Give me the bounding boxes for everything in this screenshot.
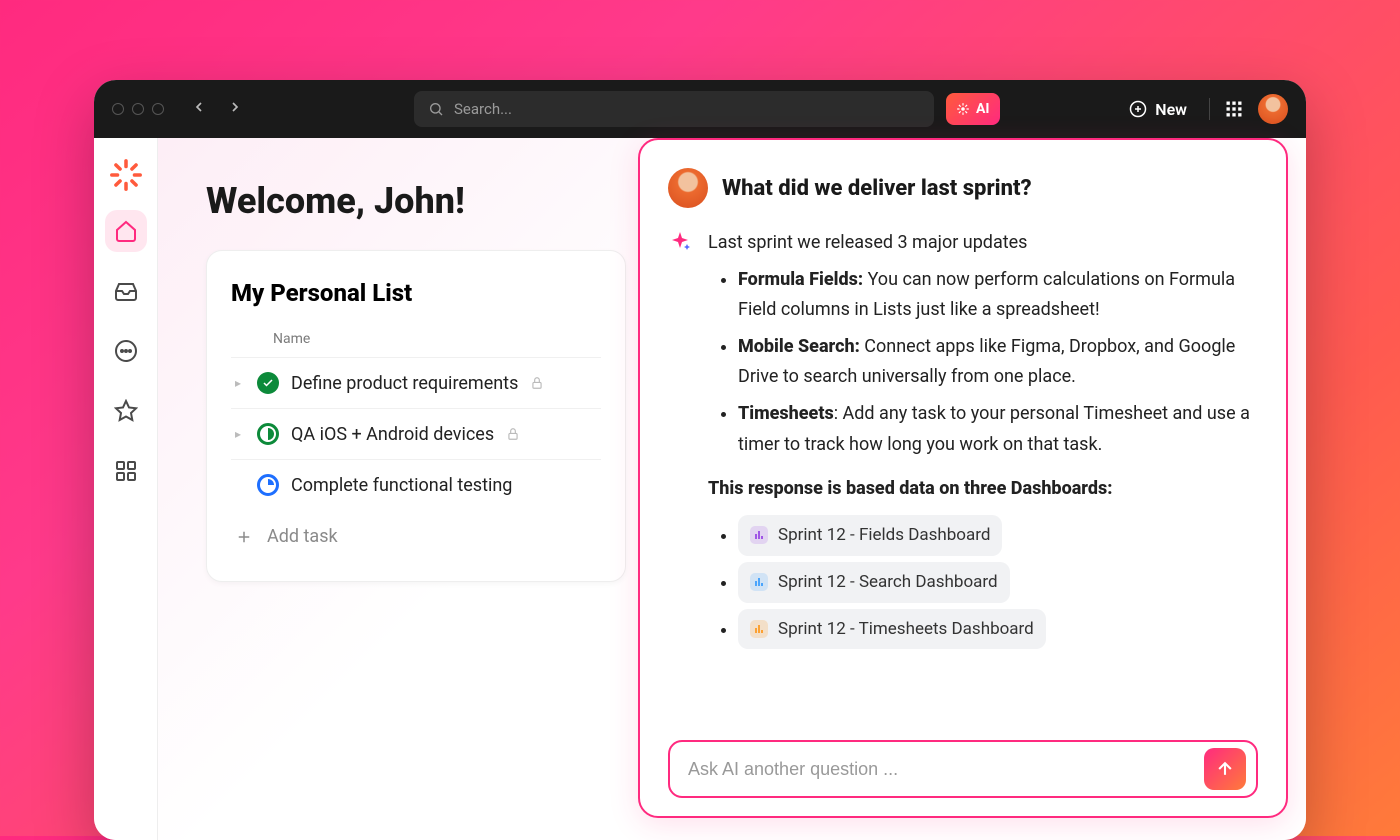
expand-icon[interactable]: ▸ [235, 376, 245, 390]
ai-basis-text: This response is based data on three Das… [708, 474, 1258, 505]
list-title: My Personal List [231, 279, 601, 307]
nav-forward-button[interactable] [220, 94, 250, 124]
sidebar-apps-button[interactable] [105, 450, 147, 492]
main-content: Welcome, John! My Personal List Name ▸ D… [158, 138, 1306, 840]
sidebar-inbox-button[interactable] [105, 270, 147, 312]
ai-update-item: Timesheets: Add any task to your persona… [738, 399, 1258, 460]
sidebar-favorites-button[interactable] [105, 390, 147, 432]
ai-badge[interactable]: AI [946, 93, 1000, 125]
ai-intro-text: Last sprint we released 3 major updates [708, 228, 1258, 259]
user-avatar[interactable] [1258, 94, 1288, 124]
sidebar-more-button[interactable] [105, 330, 147, 372]
dashboard-chip[interactable]: Sprint 12 - Fields Dashboard [738, 515, 1002, 556]
add-task-button[interactable]: Add task [231, 510, 601, 563]
ai-question-row: What did we deliver last sprint? [668, 168, 1258, 208]
column-header-name: Name [231, 325, 601, 357]
expand-icon[interactable]: ▸ [235, 427, 245, 441]
task-row[interactable]: ▸ QA iOS + Android devices [231, 408, 601, 459]
user-avatar-icon [668, 168, 708, 208]
ai-send-button[interactable] [1204, 748, 1246, 790]
app-window: Search... AI New [94, 80, 1306, 840]
status-progress-icon[interactable] [257, 423, 279, 445]
dashboard-icon [750, 620, 768, 638]
ai-updates-list: Formula Fields: You can now perform calc… [708, 265, 1258, 461]
app-logo-icon [109, 158, 143, 192]
ai-question-text: What did we deliver last sprint? [722, 176, 1032, 201]
dashboard-source: Sprint 12 - Timesheets Dashboard [738, 609, 1258, 650]
apps-grid-icon[interactable] [1224, 99, 1244, 119]
dashboard-source: Sprint 12 - Fields Dashboard [738, 515, 1258, 556]
plus-circle-icon [1129, 100, 1147, 118]
new-button[interactable]: New [1121, 96, 1195, 123]
ai-update-item: Formula Fields: You can now perform calc… [738, 265, 1258, 326]
home-icon [114, 219, 138, 243]
nav-back-button[interactable] [184, 94, 214, 124]
dashboard-source: Sprint 12 - Search Dashboard [738, 562, 1258, 603]
lock-icon [530, 376, 544, 390]
status-complete-icon[interactable] [257, 372, 279, 394]
dashboard-icon [750, 573, 768, 591]
lock-icon [506, 427, 520, 441]
window-controls[interactable] [112, 103, 164, 115]
inbox-icon [114, 279, 138, 303]
ai-dashboards-list: Sprint 12 - Fields Dashboard Sprint 12 -… [708, 515, 1258, 650]
grid-icon [114, 459, 138, 483]
search-placeholder: Search... [454, 100, 512, 118]
more-icon [114, 339, 138, 363]
star-icon [114, 399, 138, 423]
plus-icon [235, 528, 253, 546]
ai-input-row [668, 740, 1258, 798]
sidebar [94, 138, 158, 840]
titlebar: Search... AI New [94, 80, 1306, 138]
ai-update-item: Mobile Search: Connect apps like Figma, … [738, 332, 1258, 393]
status-progress-icon[interactable] [257, 474, 279, 496]
spark-icon [956, 102, 970, 116]
search-input[interactable]: Search... [414, 91, 934, 127]
ai-answer-row: Last sprint we released 3 major updates … [668, 228, 1258, 663]
dashboard-icon [750, 526, 768, 544]
task-row[interactable]: ▸ Define product requirements [231, 357, 601, 408]
dashboard-chip[interactable]: Sprint 12 - Timesheets Dashboard [738, 609, 1046, 650]
task-row[interactable]: ▸ Complete functional testing [231, 459, 601, 510]
dashboard-chip[interactable]: Sprint 12 - Search Dashboard [738, 562, 1010, 603]
ai-input[interactable] [688, 759, 1204, 780]
ai-sparkle-icon [668, 230, 694, 663]
task-name: QA iOS + Android devices [291, 424, 494, 445]
personal-list-card: My Personal List Name ▸ Define product r… [206, 250, 626, 582]
sidebar-home-button[interactable] [105, 210, 147, 252]
ai-panel: What did we deliver last sprint? Last sp… [638, 138, 1288, 818]
search-icon [428, 101, 444, 117]
task-name: Define product requirements [291, 373, 518, 394]
arrow-up-icon [1215, 759, 1235, 779]
task-name: Complete functional testing [291, 475, 512, 496]
